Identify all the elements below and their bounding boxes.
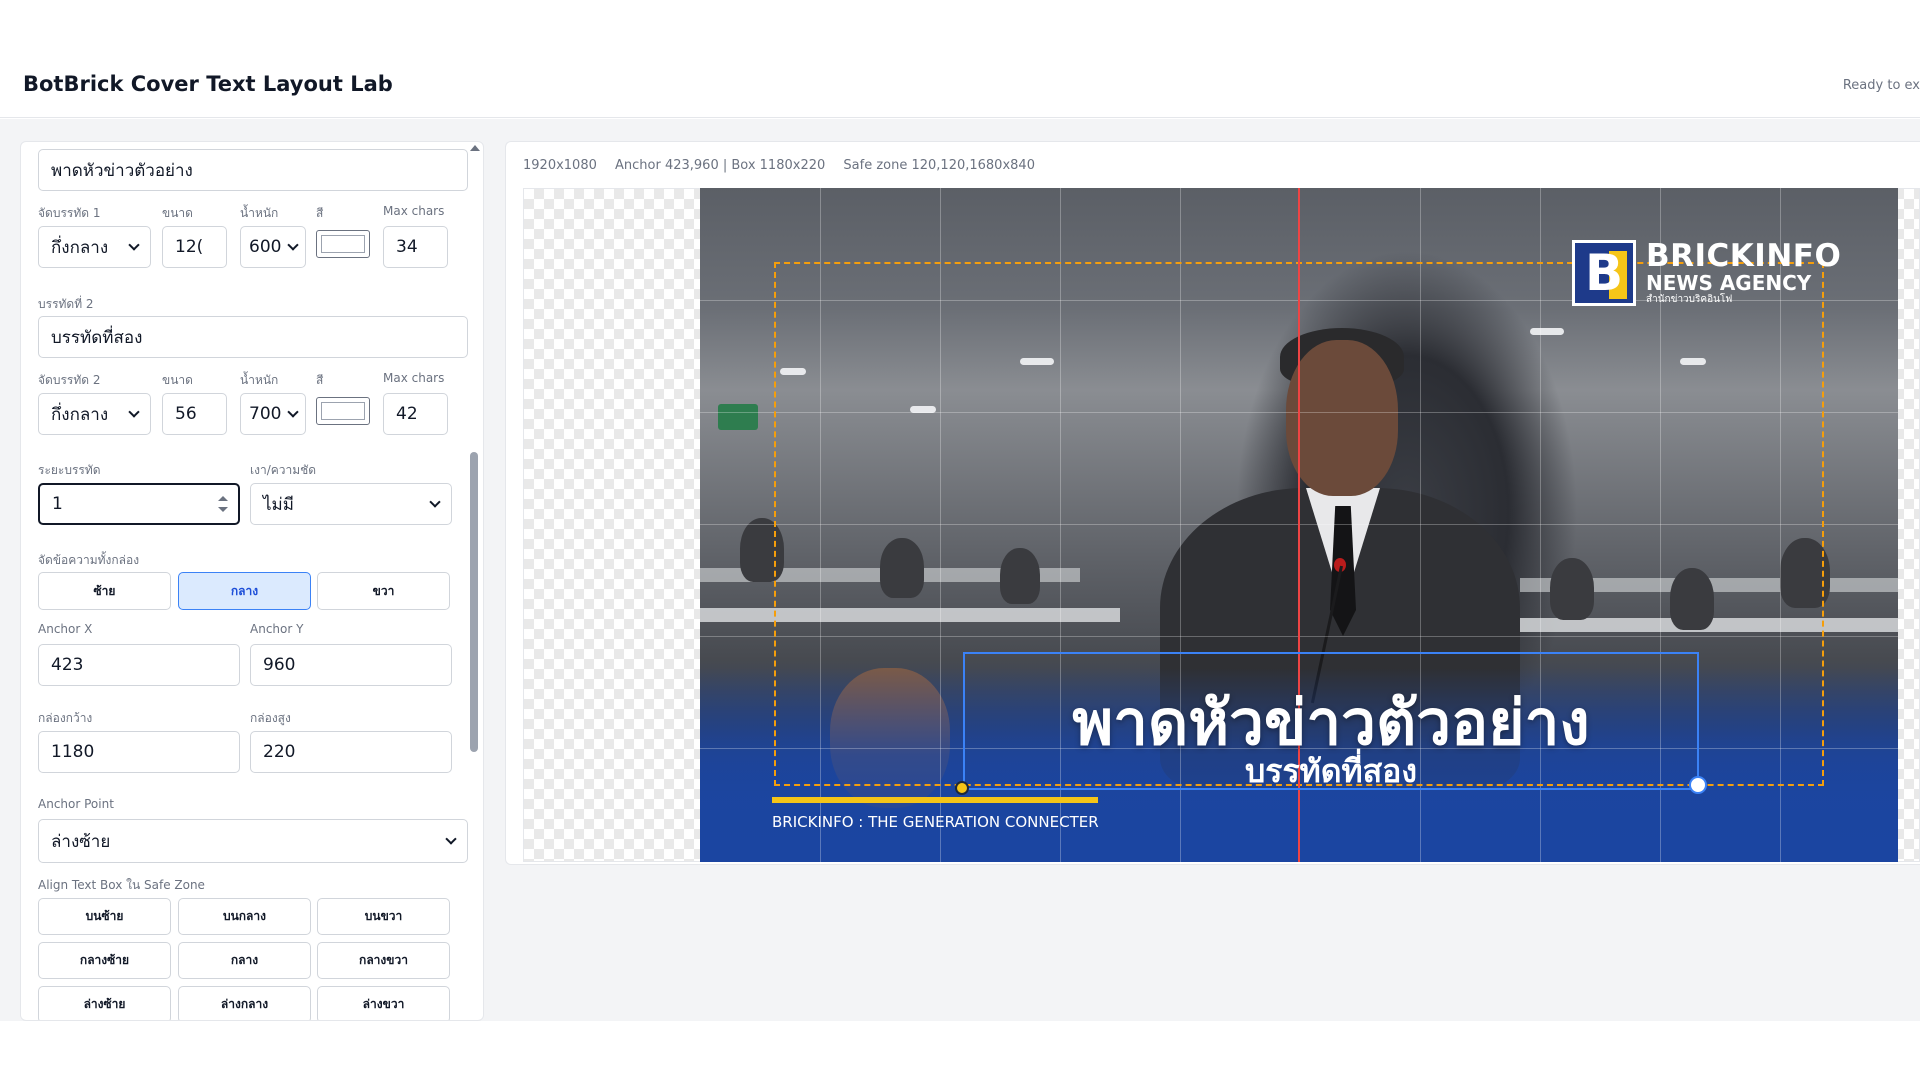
status-text: Ready to ex [1842,78,1920,93]
shadow-value: ไม่มี [263,494,294,515]
line1-maxchars-label: Max chars [383,204,445,218]
safezone-top-left-button[interactable]: บนซ้าย [38,898,171,935]
line1-weight-label: น้ำหนัก [240,206,279,220]
top-bar: BotBrick Cover Text Layout Lab Ready to … [0,0,1920,118]
anchor-y-input[interactable]: 960 [250,644,452,686]
line2-weight-value: 700 [249,404,282,424]
line2-color-label: สี [316,373,324,387]
exit-sign [718,404,758,430]
meta-anchor-box: Anchor 423,960 | Box 1180x220 [615,158,826,173]
safezone-align-label: Align Text Box ใน Safe Zone [38,878,205,892]
shadow-label: เงา/ความชัด [250,463,317,477]
meta-safe-zone: Safe zone 120,120,1680x840 [843,158,1035,173]
line2-size-label: ขนาด [162,373,193,387]
line2-weight-select[interactable]: 700 [240,393,306,435]
line1-align-value: กึ่งกลาง [51,237,109,258]
line1-color-picker[interactable] [316,230,370,258]
box-width-input[interactable]: 1180 [38,731,240,773]
chevron-down-icon [128,239,140,251]
line1-text-input[interactable]: พาดหัวข่าวตัวอย่าง [38,149,468,191]
box-align-label: จัดข้อความทั้งกล่อง [38,553,140,567]
line2-maxchars-input[interactable]: 42 [383,393,448,435]
safezone-top-center-button[interactable]: บนกลาง [178,898,311,935]
logo-line-1: BRICKINFO [1646,238,1842,274]
box-height-input[interactable]: 220 [250,731,452,773]
logo-mark-letter: B [1584,244,1624,302]
cover-canvas[interactable]: B BRICKINFO NEWS AGENCY สำนักข่าวบริคอิน… [700,188,1898,862]
resize-handle[interactable] [1689,776,1707,794]
line2-maxchars-label: Max chars [383,371,445,385]
chevron-down-icon [445,833,457,845]
subline-text: บรรทัดที่สอง [1244,752,1418,790]
safezone-bottom-left-button[interactable]: ล่างซ้าย [38,986,171,1020]
anchor-point-select[interactable]: ล่างซ้าย [38,819,468,863]
anchor-y-label: Anchor Y [250,622,304,636]
logo-line-3: สำนักข่าวบริคอินโฟ [1646,294,1733,305]
line2-section-label: บรรทัดที่ 2 [38,297,94,311]
line-spacing-input[interactable]: 1 [38,483,240,525]
text-box[interactable]: พาดหัวข่าวตัวอย่าง บรรทัดที่สอง [963,652,1699,790]
chevron-down-icon [287,239,299,251]
box-align-right-button[interactable]: ขวา [317,572,450,610]
anchor-x-label: Anchor X [38,622,93,636]
line-spacing-label: ระยะบรรทัด [38,463,101,477]
scroll-thumb[interactable] [470,452,478,752]
chevron-down-icon [128,406,140,418]
line2-text-input[interactable]: บรรทัดที่สอง [38,316,468,358]
scroll-up-icon[interactable] [470,145,480,151]
shadow-select[interactable]: ไม่มี [250,483,452,525]
chevron-down-icon [287,406,299,418]
logo-mark: B [1572,240,1636,306]
spinner-arrows-icon[interactable] [218,496,228,512]
line1-size-input[interactable]: 12( [162,226,227,268]
anchor-point-label: Anchor Point [38,797,114,811]
box-align-left-button[interactable]: ซ้าย [38,572,171,610]
box-align-center-button[interactable]: กลาง [178,572,311,610]
brickinfo-logo: B BRICKINFO NEWS AGENCY สำนักข่าวบริคอิน… [1572,240,1841,306]
line2-align-label: จัดบรรทัด 2 [38,373,101,387]
line-spacing-value: 1 [52,494,63,514]
safezone-middle-center-button[interactable]: กลาง [178,942,311,979]
anchor-handle[interactable] [955,781,969,795]
logo-text: BRICKINFO NEWS AGENCY สำนักข่าวบริคอินโฟ [1646,241,1841,305]
line1-align-label: จัดบรรทัด 1 [38,206,101,220]
logo-line-2: NEWS AGENCY [1646,271,1812,295]
anchor-point-value: ล่างซ้าย [51,831,111,852]
canvas-meta: 1920x1080 Anchor 423,960 | Box 1180x220 … [523,158,1049,173]
safezone-bottom-center-button[interactable]: ล่างกลาง [178,986,311,1020]
line1-weight-select[interactable]: 600 [240,226,306,268]
line1-color-label: สี [316,206,324,220]
line2-weight-label: น้ำหนัก [240,373,279,387]
line1-weight-value: 600 [249,237,282,257]
line1-size-label: ขนาด [162,206,193,220]
safezone-middle-left-button[interactable]: กลางซ้าย [38,942,171,979]
anchor-x-input[interactable]: 423 [38,644,240,686]
app-title: BotBrick Cover Text Layout Lab [23,72,393,96]
line1-align-select[interactable]: กึ่งกลาง [38,226,151,268]
line1-maxchars-input[interactable]: 34 [383,226,448,268]
control-panel: พาดหัวข่าวตัวอย่าง จัดบรรทัด 1 ขนาด น้ำห… [20,141,484,1021]
tagline-text: BRICKINFO : THE GENERATION CONNECTER [772,813,1099,831]
safezone-bottom-right-button[interactable]: ล่างขวา [317,986,450,1020]
box-width-label: กล่องกว้าง [38,711,93,725]
line2-align-value: กึ่งกลาง [51,404,109,425]
safezone-middle-right-button[interactable]: กลางขวา [317,942,450,979]
line2-size-input[interactable]: 56 [162,393,227,435]
line2-align-select[interactable]: กึ่งกลาง [38,393,151,435]
accent-bar [772,797,1098,803]
safezone-top-right-button[interactable]: บนขวา [317,898,450,935]
chevron-down-icon [429,496,441,508]
meta-size: 1920x1080 [523,158,597,173]
line2-color-picker[interactable] [316,397,370,425]
box-height-label: กล่องสูง [250,711,291,725]
